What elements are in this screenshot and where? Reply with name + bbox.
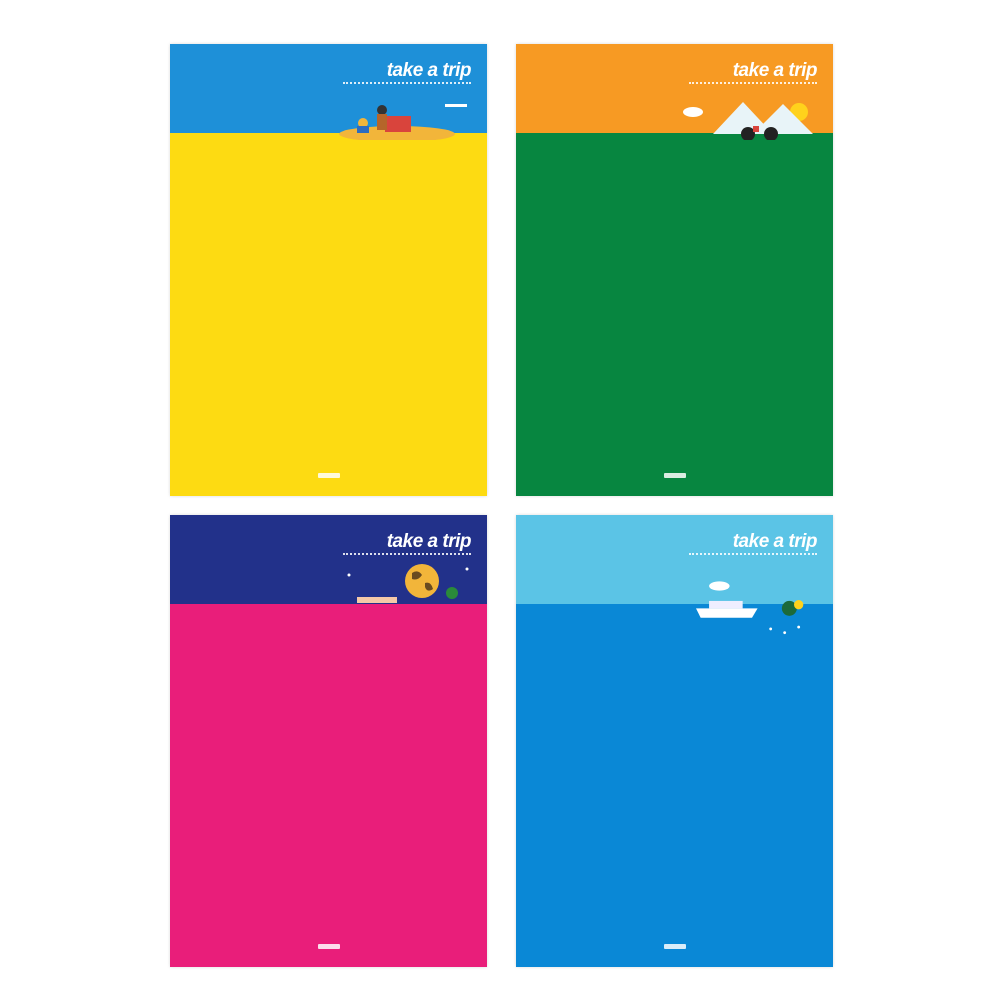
cover-subtitle-line xyxy=(343,82,471,87)
cover-subtitle-line xyxy=(689,553,817,558)
brand-logo xyxy=(317,473,340,478)
cover-title: take a trip xyxy=(732,60,818,81)
beach-island-icon xyxy=(339,104,467,140)
cruise-ship-icon xyxy=(696,581,804,635)
brand-logo xyxy=(663,473,686,478)
cover-subtitle-line xyxy=(689,82,817,87)
cover-body xyxy=(170,133,487,496)
cover-title: take a trip xyxy=(386,60,472,81)
mountain-bicycle-icon xyxy=(683,102,813,140)
notebook-globe: take a trip xyxy=(170,515,487,967)
notebook-mountain: take a trip xyxy=(516,44,833,496)
globe-icon xyxy=(347,564,469,603)
cover-body xyxy=(516,604,833,967)
cover-title: take a trip xyxy=(732,531,818,552)
cover-body xyxy=(170,604,487,967)
cover-body xyxy=(516,133,833,496)
cover-subtitle-line xyxy=(343,553,471,558)
brand-logo xyxy=(317,944,340,949)
notebook-beach: take a trip xyxy=(170,44,487,496)
notebook-cruise: take a trip xyxy=(516,515,833,967)
cover-title: take a trip xyxy=(386,531,472,552)
brand-logo xyxy=(663,944,686,949)
